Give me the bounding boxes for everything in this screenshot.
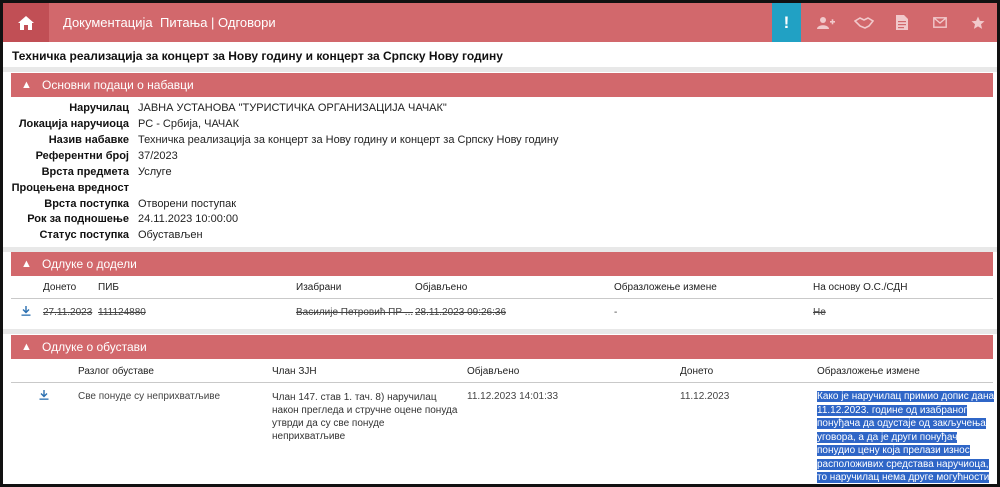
section-basic-info-header[interactable]: ▲ Основни подаци о набавци <box>11 73 993 97</box>
top-nav-bar: Документација Питања | Одговори ! <box>3 3 997 42</box>
award-pib-cell: 111124880 <box>98 307 146 318</box>
home-icon <box>18 15 34 30</box>
document-button[interactable] <box>883 3 921 42</box>
nav-link-documentation[interactable]: Документација <box>63 3 153 42</box>
award-explanation-cell: - <box>614 307 618 318</box>
field-row: Назив набавке Техничка реализација за ко… <box>3 132 903 148</box>
field-row: Референтни број 37/2023 <box>3 148 903 164</box>
nav-link-questions-answers[interactable]: Питања | Одговори <box>160 3 276 42</box>
field-value: 37/2023 <box>138 150 178 162</box>
suspension-reason-cell: Све понуде су неприхватљиве <box>78 391 221 402</box>
field-label: Процењена вредност <box>11 182 129 194</box>
star-icon <box>971 16 985 29</box>
alert-button[interactable]: ! <box>772 3 801 42</box>
column-header[interactable]: На основу О.С./СДН <box>813 282 907 293</box>
field-value: Услуге <box>138 166 172 178</box>
chevron-up-icon: ▲ <box>21 79 32 91</box>
field-row: Процењена вредност <box>3 180 903 196</box>
field-value: Отворени поступак <box>138 198 237 210</box>
award-basis-cell: Не <box>813 307 826 318</box>
suspension-explanation-cell: Како је наручилац примио допис дана 11.1… <box>817 390 997 484</box>
column-header[interactable]: Образложење измене <box>817 366 920 377</box>
suspension-published-cell: 11.12.2023 14:01:33 <box>467 391 559 402</box>
document-icon <box>896 15 908 30</box>
table-divider <box>11 382 993 383</box>
field-label: Локација наручиоца <box>18 118 129 130</box>
download-icon[interactable] <box>38 389 50 401</box>
add-user-button[interactable] <box>807 3 845 42</box>
add-user-icon <box>817 16 835 29</box>
section-award-header[interactable]: ▲ Одлуке о додели <box>11 252 993 276</box>
section-suspension-title: Одлуке о обустави <box>42 340 147 354</box>
field-row: Рок за подношење 24.11.2023 10:00:00 <box>3 211 903 227</box>
field-label: Референтни број <box>35 150 129 162</box>
chevron-up-icon: ▲ <box>21 341 32 353</box>
section-basic-info-title: Основни подаци о набавци <box>42 78 194 92</box>
column-header[interactable]: Донето <box>680 366 713 377</box>
field-value: РС - Србија, ЧАЧАК <box>138 118 239 130</box>
column-header[interactable]: Изабрани <box>296 282 341 293</box>
chevron-up-icon: ▲ <box>21 258 32 270</box>
column-header[interactable]: Објављено <box>467 366 519 377</box>
field-row: Наручилац ЈАВНА УСТАНОВА "ТУРИСТИЧКА ОРГ… <box>3 100 903 116</box>
suspension-decided-cell: 11.12.2023 <box>680 391 730 402</box>
award-published-cell: 28.11.2023 09:26:36 <box>415 307 507 318</box>
app-frame: Документација Питања | Одговори ! Технич… <box>0 0 1000 487</box>
separator <box>3 67 997 72</box>
page-title: Техничка реализација за концерт за Нову … <box>12 49 503 63</box>
award-date-cell: 27.11.2023 <box>43 307 93 318</box>
award-selected-cell: Василије Петровић ПР ... <box>296 307 414 318</box>
mail-icon <box>933 17 947 28</box>
column-header[interactable]: Члан ЗЈН <box>272 366 317 377</box>
table-divider <box>11 298 993 299</box>
field-value: 24.11.2023 10:00:00 <box>138 213 239 225</box>
field-label: Врста предмета <box>41 166 129 178</box>
alert-icon: ! <box>783 12 790 32</box>
column-header[interactable]: Донето <box>43 282 76 293</box>
separator <box>3 329 997 334</box>
field-row: Врста предмета Услуге <box>3 164 903 180</box>
field-row: Статус поступка Обустављен <box>3 227 903 243</box>
download-icon[interactable] <box>20 305 32 317</box>
field-value: ЈАВНА УСТАНОВА "ТУРИСТИЧКА ОРГАНИЗАЦИЈА … <box>138 102 447 114</box>
column-header[interactable]: Образложење измене <box>614 282 717 293</box>
mail-button[interactable] <box>921 3 959 42</box>
suspension-article-cell: Члан 147. став 1. тач. 8) наручилац нако… <box>272 392 458 442</box>
field-value: Техничка реализација за концерт за Нову … <box>138 134 559 146</box>
column-header[interactable]: ПИБ <box>98 282 119 293</box>
field-label: Рок за подношење <box>27 213 129 225</box>
field-label: Статус поступка <box>39 229 129 241</box>
column-header[interactable]: Разлог обуставе <box>78 366 154 377</box>
handshake-icon <box>854 16 874 29</box>
handshake-button[interactable] <box>845 3 883 42</box>
column-header[interactable]: Објављено <box>415 282 467 293</box>
selected-text: Како је наручилац примио допис дана 11.1… <box>817 391 995 484</box>
field-label: Назив набавке <box>48 134 129 146</box>
section-award-title: Одлуке о додели <box>42 257 137 271</box>
nav-icon-group: ! <box>772 3 997 42</box>
home-button[interactable] <box>3 3 49 42</box>
favorite-button[interactable] <box>959 3 997 42</box>
field-label: Наручилац <box>69 102 129 114</box>
field-row: Врста поступка Отворени поступак <box>3 196 903 212</box>
field-label: Врста поступка <box>44 198 129 210</box>
field-value: Обустављен <box>138 229 203 241</box>
section-suspension-header[interactable]: ▲ Одлуке о обустави <box>11 335 993 359</box>
field-row: Локација наручиоца РС - Србија, ЧАЧАК <box>3 116 903 132</box>
